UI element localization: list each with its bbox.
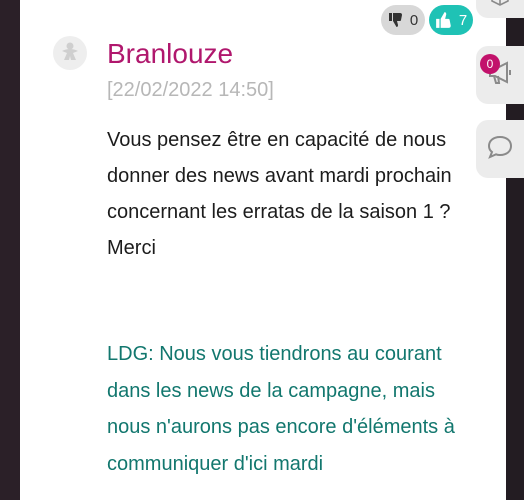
thumbs-up-icon (435, 11, 453, 29)
vote-down-button[interactable]: 0 (381, 5, 425, 35)
message-line: Merci (107, 237, 156, 259)
box-icon (489, 0, 511, 12)
comment-author[interactable]: Branlouze (107, 38, 233, 70)
thumbs-down-icon (388, 12, 404, 28)
vote-down-count: 0 (409, 11, 419, 29)
reply-line: nous n'aurons pas encore d'éléments à (107, 416, 455, 438)
comment-date: [22/02/2022 14:50] (107, 79, 274, 101)
comment-message: Vous pensez être en capacité de nous don… (107, 122, 477, 266)
avatar[interactable] (53, 36, 87, 70)
reply-line: LDG: Nous vous tiendrons au courant (107, 343, 442, 365)
reply-line: communiquer d'ici mardi (107, 452, 324, 475)
sidebar-chat-tab[interactable] (476, 120, 524, 178)
comment-reply: LDG: Nous vous tiendrons au courant dans… (107, 336, 487, 482)
vote-up-count: 7 (458, 11, 468, 29)
message-line: Vous pensez être en capacité de nous (107, 129, 447, 151)
sidebar-top-tab[interactable] (476, 0, 524, 18)
reply-line: dans les news de la campagne, mais (107, 379, 435, 402)
vote-up-button[interactable]: 7 (429, 5, 473, 35)
comment-panel: 0 7 Branlouze [22/02/2022 14:50] Vous pe… (20, 0, 506, 500)
meeple-icon (60, 41, 80, 66)
news-badge: 0 (480, 54, 500, 74)
message-line: concernant les erratas de la saison 1 ? (107, 201, 451, 223)
message-line: donner des news avant mardi prochain (107, 165, 452, 187)
chat-bubble-icon (486, 133, 514, 166)
sidebar-news-tab[interactable] (476, 46, 524, 104)
page-background-left (0, 0, 20, 500)
